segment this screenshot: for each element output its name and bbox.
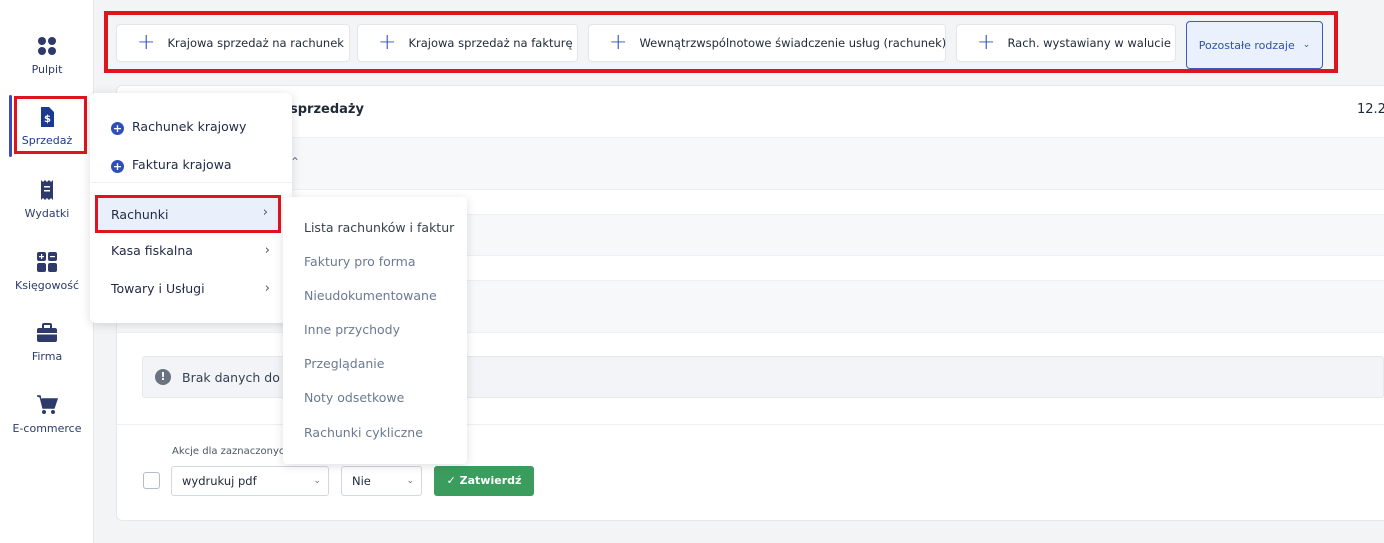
plus-icon: + bbox=[977, 30, 996, 55]
submenu-item[interactable]: Przeglądanie bbox=[304, 356, 384, 371]
nav-ksiegowosc[interactable]: Księgowość bbox=[0, 251, 94, 292]
chevron-down-icon: ⌄ bbox=[406, 476, 414, 486]
option-select[interactable]: Nie ⌄ bbox=[341, 466, 422, 496]
dashboard-icon bbox=[38, 37, 56, 55]
chevron-down-icon: ⌄ bbox=[313, 476, 321, 486]
chevron-right-icon: › bbox=[262, 205, 268, 220]
menu-add-domestic-bill[interactable]: + Rachunek krajowy bbox=[111, 119, 313, 135]
calculator-icon bbox=[37, 252, 57, 272]
add-domestic-bill-button[interactable]: + Krajowa sprzedaż na rachunek bbox=[116, 24, 350, 62]
submenu-item[interactable]: Faktury pro forma bbox=[304, 254, 416, 269]
option-select-value: Nie bbox=[352, 474, 371, 488]
nav-ecommerce[interactable]: E-commerce bbox=[0, 394, 94, 435]
plus-icon: + bbox=[609, 30, 628, 55]
button-label: Krajowa sprzedaż na rachunek bbox=[167, 36, 344, 50]
button-label: Pozostałe rodzaje bbox=[1198, 38, 1295, 52]
cart-icon bbox=[37, 395, 58, 414]
plus-circle-icon: + bbox=[111, 122, 124, 135]
select-all-checkbox[interactable] bbox=[143, 472, 160, 489]
menu-group-towary[interactable]: Towary i Usługi › bbox=[111, 281, 292, 296]
toolbar-highlight: + Krajowa sprzedaż na rachunek + Krajowa… bbox=[104, 11, 1338, 73]
button-label: Krajowa sprzedaż na fakturę bbox=[408, 36, 573, 50]
add-intra-community-button[interactable]: + Wewnątrzwspólnotowe świadczenie usług … bbox=[588, 24, 946, 62]
nav-firma[interactable]: Firma bbox=[0, 322, 94, 363]
nav-label: Pulpit bbox=[31, 63, 63, 76]
submenu-item[interactable]: Nieudokumentowane bbox=[304, 288, 437, 303]
nav-label: Księgowość bbox=[15, 279, 79, 292]
menu-group-kasa[interactable]: Kasa fiskalna › bbox=[111, 243, 292, 258]
plus-icon: + bbox=[378, 30, 397, 55]
actions-label: Akcje dla zaznaczonyc bbox=[172, 446, 285, 457]
nav-label: Firma bbox=[31, 350, 63, 363]
nav-wydatki[interactable]: Wydatki bbox=[0, 179, 94, 220]
briefcase-icon bbox=[37, 323, 57, 342]
menu-item-label: Rachunki bbox=[111, 207, 169, 222]
menu-item-label: Rachunek krajowy bbox=[132, 119, 247, 134]
active-indicator bbox=[9, 95, 12, 157]
menu-group-rachunki[interactable]: Rachunki › bbox=[95, 195, 281, 233]
confirm-button[interactable]: ✓ Zatwierdź bbox=[434, 466, 534, 496]
action-select-value: wydrukuj pdf bbox=[182, 474, 257, 488]
nav-label: E-commerce bbox=[12, 422, 82, 435]
other-types-dropdown[interactable]: Pozostałe rodzaje ⌄ bbox=[1186, 21, 1323, 69]
submenu-item[interactable]: Lista rachunków i faktur bbox=[304, 220, 454, 235]
menu-add-domestic-invoice[interactable]: + Faktura krajowa bbox=[111, 157, 313, 173]
chevron-down-icon: ⌄ bbox=[1302, 40, 1311, 50]
plus-icon: + bbox=[137, 30, 156, 55]
button-label: Rach. wystawiany w walucie bbox=[1007, 36, 1171, 50]
date-text: 12.2 bbox=[1357, 102, 1384, 117]
menu-item-label: Kasa fiskalna bbox=[111, 243, 193, 258]
rachunki-submenu: Lista rachunków i faktur Faktury pro for… bbox=[283, 197, 467, 464]
menu-item-label: Towary i Usługi bbox=[111, 281, 205, 296]
page-title: sprzedaży bbox=[290, 102, 364, 117]
info-icon: ! bbox=[155, 369, 171, 385]
button-label: Wewnątrzwspólnotowe świadczenie usług (r… bbox=[639, 36, 947, 50]
menu-divider bbox=[90, 182, 292, 183]
submenu-item[interactable]: Rachunki cykliczne bbox=[304, 425, 423, 440]
check-icon: ✓ bbox=[446, 474, 456, 487]
chevron-right-icon: › bbox=[264, 243, 270, 258]
plus-circle-icon: + bbox=[111, 160, 124, 173]
action-select[interactable]: wydrukuj pdf ⌄ bbox=[171, 466, 329, 496]
add-domestic-invoice-button[interactable]: + Krajowa sprzedaż na fakturę bbox=[357, 24, 578, 62]
menu-item-label: Faktura krajowa bbox=[132, 157, 232, 172]
chevron-right-icon: › bbox=[264, 281, 270, 296]
nav-label: Wydatki bbox=[24, 207, 70, 220]
receipt-icon bbox=[41, 180, 53, 200]
highlight-box-sprzedaz bbox=[14, 96, 87, 154]
submenu-item[interactable]: Noty odsetkowe bbox=[304, 390, 404, 405]
sidebar: Pulpit $ Sprzedaż Wydatki Księgowość Fir… bbox=[0, 0, 94, 543]
info-text: Brak danych do w bbox=[182, 370, 295, 385]
confirm-label: Zatwierdź bbox=[459, 474, 522, 487]
nav-pulpit[interactable]: Pulpit bbox=[0, 35, 94, 76]
submenu-item[interactable]: Inne przychody bbox=[304, 322, 400, 337]
add-currency-bill-button[interactable]: + Rach. wystawiany w walucie bbox=[956, 24, 1176, 62]
